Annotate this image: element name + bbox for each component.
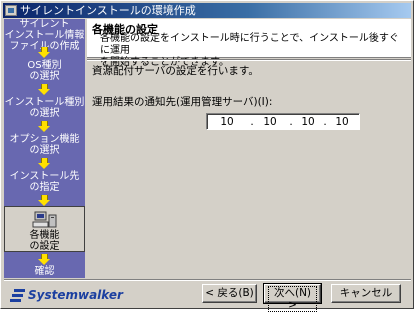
down-arrow-icon (38, 195, 51, 206)
step-label-line: の選択 (29, 145, 60, 156)
step-install-destination: インストール先 の指定 (4, 171, 85, 193)
ip-address-input[interactable]: 10 . 10 . 10 . 10 (206, 113, 360, 130)
step-label-block: 各機能 の設定 (5, 230, 84, 252)
installer-window: サイレントインストールの環境作成 サイレント インストール情報 ファイルの作成 … (0, 0, 414, 312)
step-label-line: インストール種別 (4, 97, 85, 108)
ip-octet-1[interactable]: 10 (215, 115, 239, 129)
step-label-line: 各機能 (29, 230, 60, 241)
step-feature-settings-active: 各機能 の設定 (4, 206, 85, 252)
step-os-type: OS種別 の選択 (4, 60, 85, 82)
header-divider (87, 59, 411, 61)
ip-separator: . (289, 116, 293, 128)
ip-octet-3[interactable]: 10 (296, 115, 320, 129)
down-arrow-icon (38, 121, 51, 132)
step-label-line: の設定 (29, 241, 60, 252)
app-icon (5, 5, 17, 16)
step-optional-features: オプション機能 の選択 (4, 134, 85, 156)
step-label-line: の指定 (29, 182, 60, 193)
back-button[interactable]: < 戻る(B) (202, 284, 257, 303)
step-create-info-file: サイレント インストール情報 ファイルの作成 (4, 19, 85, 52)
wizard-steps-sidebar: サイレント インストール情報 ファイルの作成 OS種別 の選択 インストール種別… (4, 19, 85, 278)
intro-text: 資源配付サーバの設定を行います。 (92, 65, 259, 77)
ip-octet-4[interactable]: 10 (330, 115, 354, 129)
ip-separator: . (323, 116, 327, 128)
step-install-type: インストール種別 の選択 (4, 97, 85, 119)
down-arrow-icon (38, 158, 51, 169)
systemwalker-logo: Systemwalker (10, 286, 123, 304)
header-panel: 各機能の設定 各機能の設定をインストール時に行うことで、インストール後すぐに運用… (87, 19, 411, 68)
step-label-line: インストール情報 (4, 30, 85, 41)
step-label-line: オプション機能 (9, 134, 80, 145)
description-line: 各機能の設定をインストール時に行うことで、インストール後すぐに運用 (100, 33, 399, 56)
title-bar: サイレントインストールの環境作成 (3, 3, 411, 18)
window-title: サイレントインストールの環境作成 (20, 4, 196, 17)
step-label-line: の選択 (29, 108, 60, 119)
cancel-button-label: キャンセル (339, 287, 393, 299)
step-label-line: OS種別 (27, 60, 62, 71)
ip-octet-2[interactable]: 10 (258, 115, 282, 129)
step-label-line: インストール先 (9, 171, 80, 182)
next-button[interactable]: 次へ(N) > (263, 283, 322, 312)
main-content: 各機能の設定 各機能の設定をインストール時に行うことで、インストール後すぐに運用… (87, 19, 411, 278)
cancel-button[interactable]: キャンセル (331, 284, 401, 303)
notify-destination-label: 運用結果の通知先(運用管理サーバ)(I): (92, 96, 273, 108)
logo-text: Systemwalker (28, 288, 123, 302)
down-arrow-icon (38, 254, 51, 265)
footer-divider (4, 279, 411, 281)
computer-settings-icon (32, 211, 57, 228)
next-button-label: 次へ(N) > (268, 286, 317, 312)
step-label-line: サイレント (19, 19, 70, 30)
step-confirm: 確認 (4, 266, 85, 278)
step-label-line: の選択 (29, 71, 60, 82)
down-arrow-icon (38, 47, 51, 58)
ip-separator: . (250, 116, 254, 128)
logo-mark-icon (10, 288, 25, 302)
back-button-label: < 戻る(B) (205, 287, 254, 299)
down-arrow-icon (38, 84, 51, 95)
step-label-line: 確認 (34, 266, 55, 277)
